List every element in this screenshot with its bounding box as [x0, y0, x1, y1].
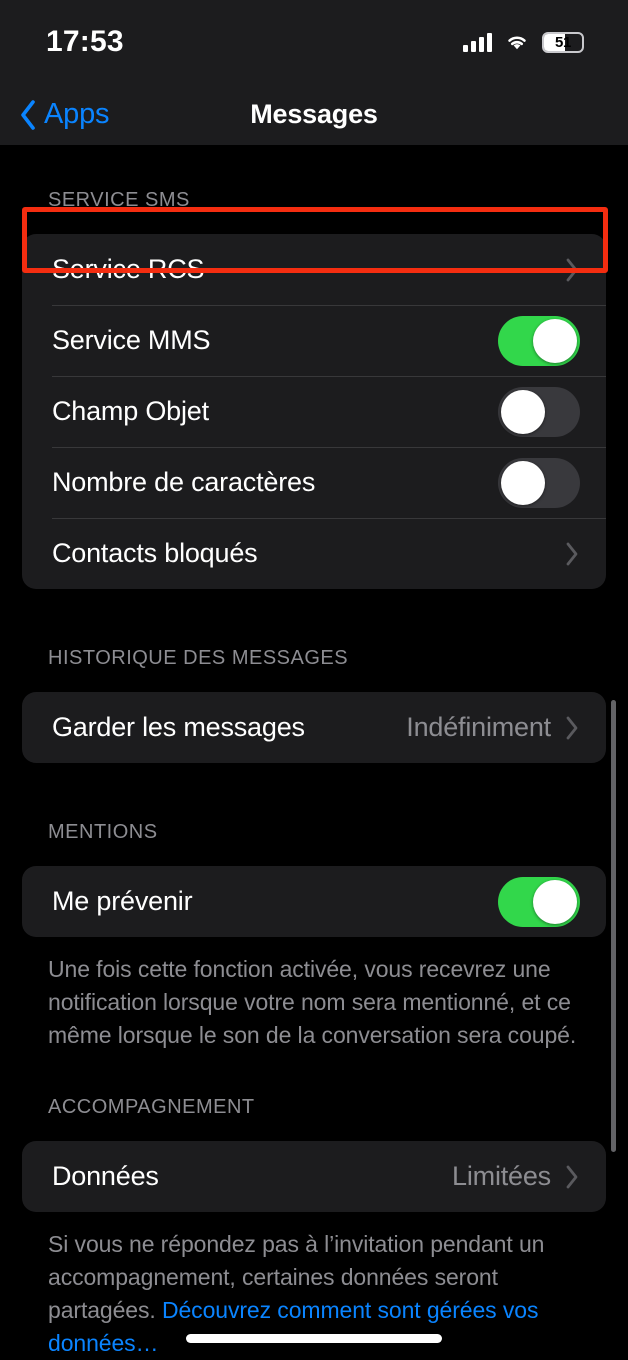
row-champ-objet[interactable]: Champ Objet: [22, 376, 606, 447]
navigation-bar: Apps Messages: [0, 84, 628, 145]
cellular-signal-icon: [463, 32, 492, 52]
toggle-me-prevenir[interactable]: [498, 876, 580, 927]
section-card-accompagnement: Données Limitées: [22, 1141, 606, 1212]
row-label: Service RCS: [52, 254, 205, 284]
row-label: Garder les messages: [52, 712, 305, 742]
chevron-right-icon: [565, 715, 580, 741]
chevron-right-icon: [565, 541, 580, 567]
toggle-nombre-de-caracteres[interactable]: [498, 457, 580, 508]
row-value: Indéfiniment: [406, 712, 551, 742]
row-nombre-de-caracteres[interactable]: Nombre de caractères: [22, 447, 606, 518]
chevron-left-icon: [18, 99, 38, 131]
row-service-mms[interactable]: Service MMS: [22, 305, 606, 376]
row-contacts-bloques[interactable]: Contacts bloqués: [22, 518, 606, 589]
back-button-label: Apps: [44, 98, 110, 130]
chevron-right-icon: [565, 1164, 580, 1190]
home-indicator[interactable]: [186, 1334, 442, 1343]
row-label: Me prévenir: [52, 886, 193, 916]
row-me-prevenir[interactable]: Me prévenir: [22, 866, 606, 937]
row-service-rcs[interactable]: Service RCS: [22, 234, 606, 305]
wifi-icon: [504, 32, 530, 52]
toggle-champ-objet[interactable]: [498, 386, 580, 437]
battery-icon: 51: [542, 31, 584, 53]
section-header-service-sms: SERVICE SMS: [48, 189, 190, 211]
section-footer-mentions: Une fois cette fonction activée, vous re…: [48, 956, 577, 1048]
section-card-service-sms: Service RCS Service MMS Champ Objet Nomb…: [22, 234, 606, 589]
row-label: Contacts bloqués: [52, 538, 258, 568]
vertical-scrollbar[interactable]: [611, 700, 616, 1152]
battery-percent-label: 51: [554, 33, 572, 51]
row-label: Service MMS: [52, 325, 211, 355]
phone-screen: 17:53 51 Apps Messages SERVICE SMS Servi…: [0, 0, 628, 1360]
toggle-service-mms[interactable]: [498, 315, 580, 366]
chevron-right-icon: [565, 257, 580, 283]
row-garder-les-messages[interactable]: Garder les messages Indéfiniment: [22, 692, 606, 763]
row-label: Données: [52, 1161, 159, 1191]
status-bar-indicators: 51: [463, 31, 584, 53]
row-label: Champ Objet: [52, 396, 209, 426]
section-header-accompagnement: ACCOMPAGNEMENT: [48, 1096, 255, 1118]
section-header-mentions: MENTIONS: [48, 821, 158, 843]
row-label: Nombre de caractères: [52, 467, 316, 497]
row-value: Limitées: [452, 1161, 551, 1191]
section-header-historique: HISTORIQUE DES MESSAGES: [48, 647, 349, 669]
status-bar: 17:53 51: [0, 0, 628, 84]
settings-list[interactable]: SERVICE SMS Service RCS Service MMS Cham…: [0, 145, 628, 1360]
back-button[interactable]: Apps: [0, 98, 110, 131]
section-card-historique: Garder les messages Indéfiniment: [22, 692, 606, 763]
row-donnees[interactable]: Données Limitées: [22, 1141, 606, 1212]
section-card-mentions: Me prévenir: [22, 866, 606, 937]
status-bar-time: 17:53: [46, 25, 124, 58]
